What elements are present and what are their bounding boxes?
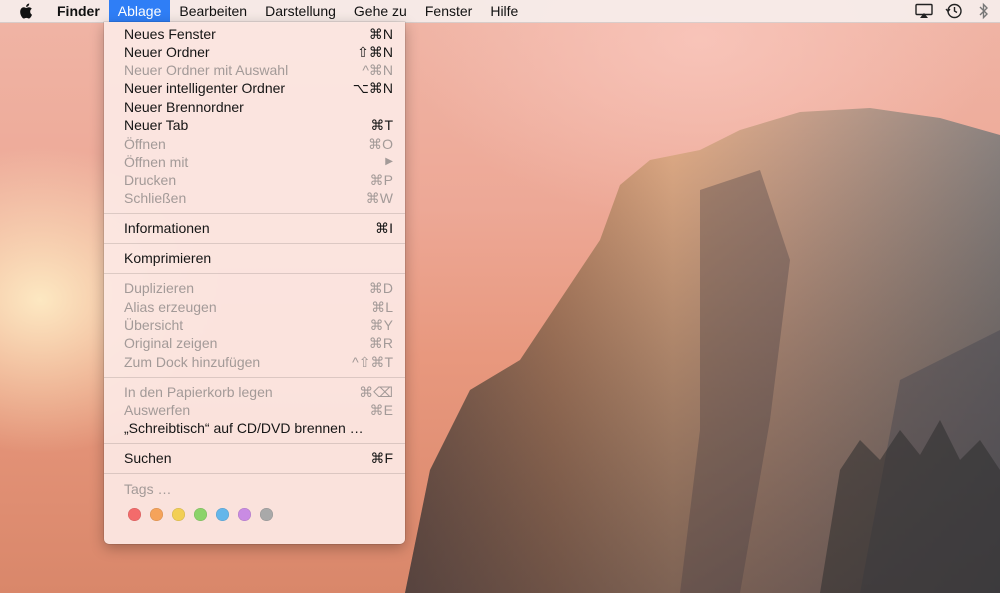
menu-separator: [104, 443, 405, 444]
ablage-dropdown-menu: Neues Fenster ⌘N Neuer Ordner ⇧⌘N Neuer …: [104, 22, 405, 544]
menu-item-informationen[interactable]: Informationen ⌘I: [104, 219, 405, 237]
menu-bearbeiten[interactable]: Bearbeiten: [170, 0, 256, 22]
bluetooth-icon[interactable]: [974, 1, 994, 21]
menu-item-zum-dock-hinzufuegen: Zum Dock hinzufügen ^⇧⌘T: [124, 354, 393, 370]
menu-item-auf-cd-dvd-brennen[interactable]: „Schreibtisch“ auf CD/DVD brennen …: [104, 419, 405, 437]
menu-item-uebersicht: Übersicht ⌘Y: [124, 317, 393, 333]
menu-item-duplizieren: Duplizieren ⌘D: [124, 280, 393, 296]
tag-yellow[interactable]: [172, 508, 185, 521]
menu-item-original-zeigen: Original zeigen ⌘R: [124, 335, 393, 351]
menu-item-oeffnen-mit: Öffnen mit ▶: [124, 154, 393, 170]
tag-orange[interactable]: [150, 508, 163, 521]
menu-item-in-den-papierkorb-legen: In den Papierkorb legen ⌘⌫: [124, 384, 393, 400]
menu-separator: [104, 473, 405, 474]
menu-item-alias-erzeugen: Alias erzeugen ⌘L: [124, 299, 393, 315]
menu-separator: [104, 377, 405, 378]
menu-item-oeffnen: Öffnen ⌘O: [124, 136, 393, 152]
status-area: [914, 0, 994, 22]
menu-item-komprimieren[interactable]: Komprimieren: [104, 249, 405, 267]
menu-item-schliessen: Schließen ⌘W: [124, 190, 393, 206]
apple-logo-icon: [20, 3, 32, 19]
tag-gray[interactable]: [260, 508, 273, 521]
time-machine-icon[interactable]: [944, 1, 964, 21]
menu-separator: [104, 273, 405, 274]
tag-color-picker: [128, 508, 273, 521]
menu-item-neues-fenster[interactable]: Neues Fenster ⌘N: [104, 25, 405, 43]
menu-gehe-zu[interactable]: Gehe zu: [345, 0, 416, 22]
tag-green[interactable]: [194, 508, 207, 521]
menu-finder[interactable]: Finder: [48, 0, 109, 22]
apple-menu[interactable]: [17, 0, 35, 22]
menu-ablage[interactable]: Ablage: [108, 0, 171, 22]
menu-item-neuer-brennordner[interactable]: Neuer Brennordner: [104, 98, 405, 116]
menu-item-suchen[interactable]: Suchen ⌘F: [104, 449, 405, 467]
tag-purple[interactable]: [238, 508, 251, 521]
menu-item-tags[interactable]: Tags …: [104, 480, 405, 498]
menu-item-drucken: Drucken ⌘P: [124, 172, 393, 188]
menu-separator: [104, 243, 405, 244]
tag-red[interactable]: [128, 508, 141, 521]
menu-bar: Finder Ablage Bearbeiten Darstellung Geh…: [0, 0, 1000, 23]
submenu-arrow-icon: ▶: [385, 156, 393, 167]
menu-item-auswerfen: Auswerfen ⌘E: [124, 402, 393, 418]
menu-fenster[interactable]: Fenster: [416, 0, 481, 22]
menu-item-neuer-intelligenter-ordner[interactable]: Neuer intelligenter Ordner ⌥⌘N: [104, 79, 405, 97]
menu-item-neuer-tab[interactable]: Neuer Tab ⌘T: [104, 116, 405, 134]
menu-darstellung[interactable]: Darstellung: [256, 0, 345, 22]
menu-hilfe[interactable]: Hilfe: [481, 0, 527, 22]
menu-item-neuer-ordner-mit-auswahl: Neuer Ordner mit Auswahl ^⌘N: [124, 62, 393, 78]
airplay-icon[interactable]: [914, 1, 934, 21]
menu-separator: [104, 213, 405, 214]
menu-item-neuer-ordner[interactable]: Neuer Ordner ⇧⌘N: [104, 43, 405, 61]
tag-blue[interactable]: [216, 508, 229, 521]
